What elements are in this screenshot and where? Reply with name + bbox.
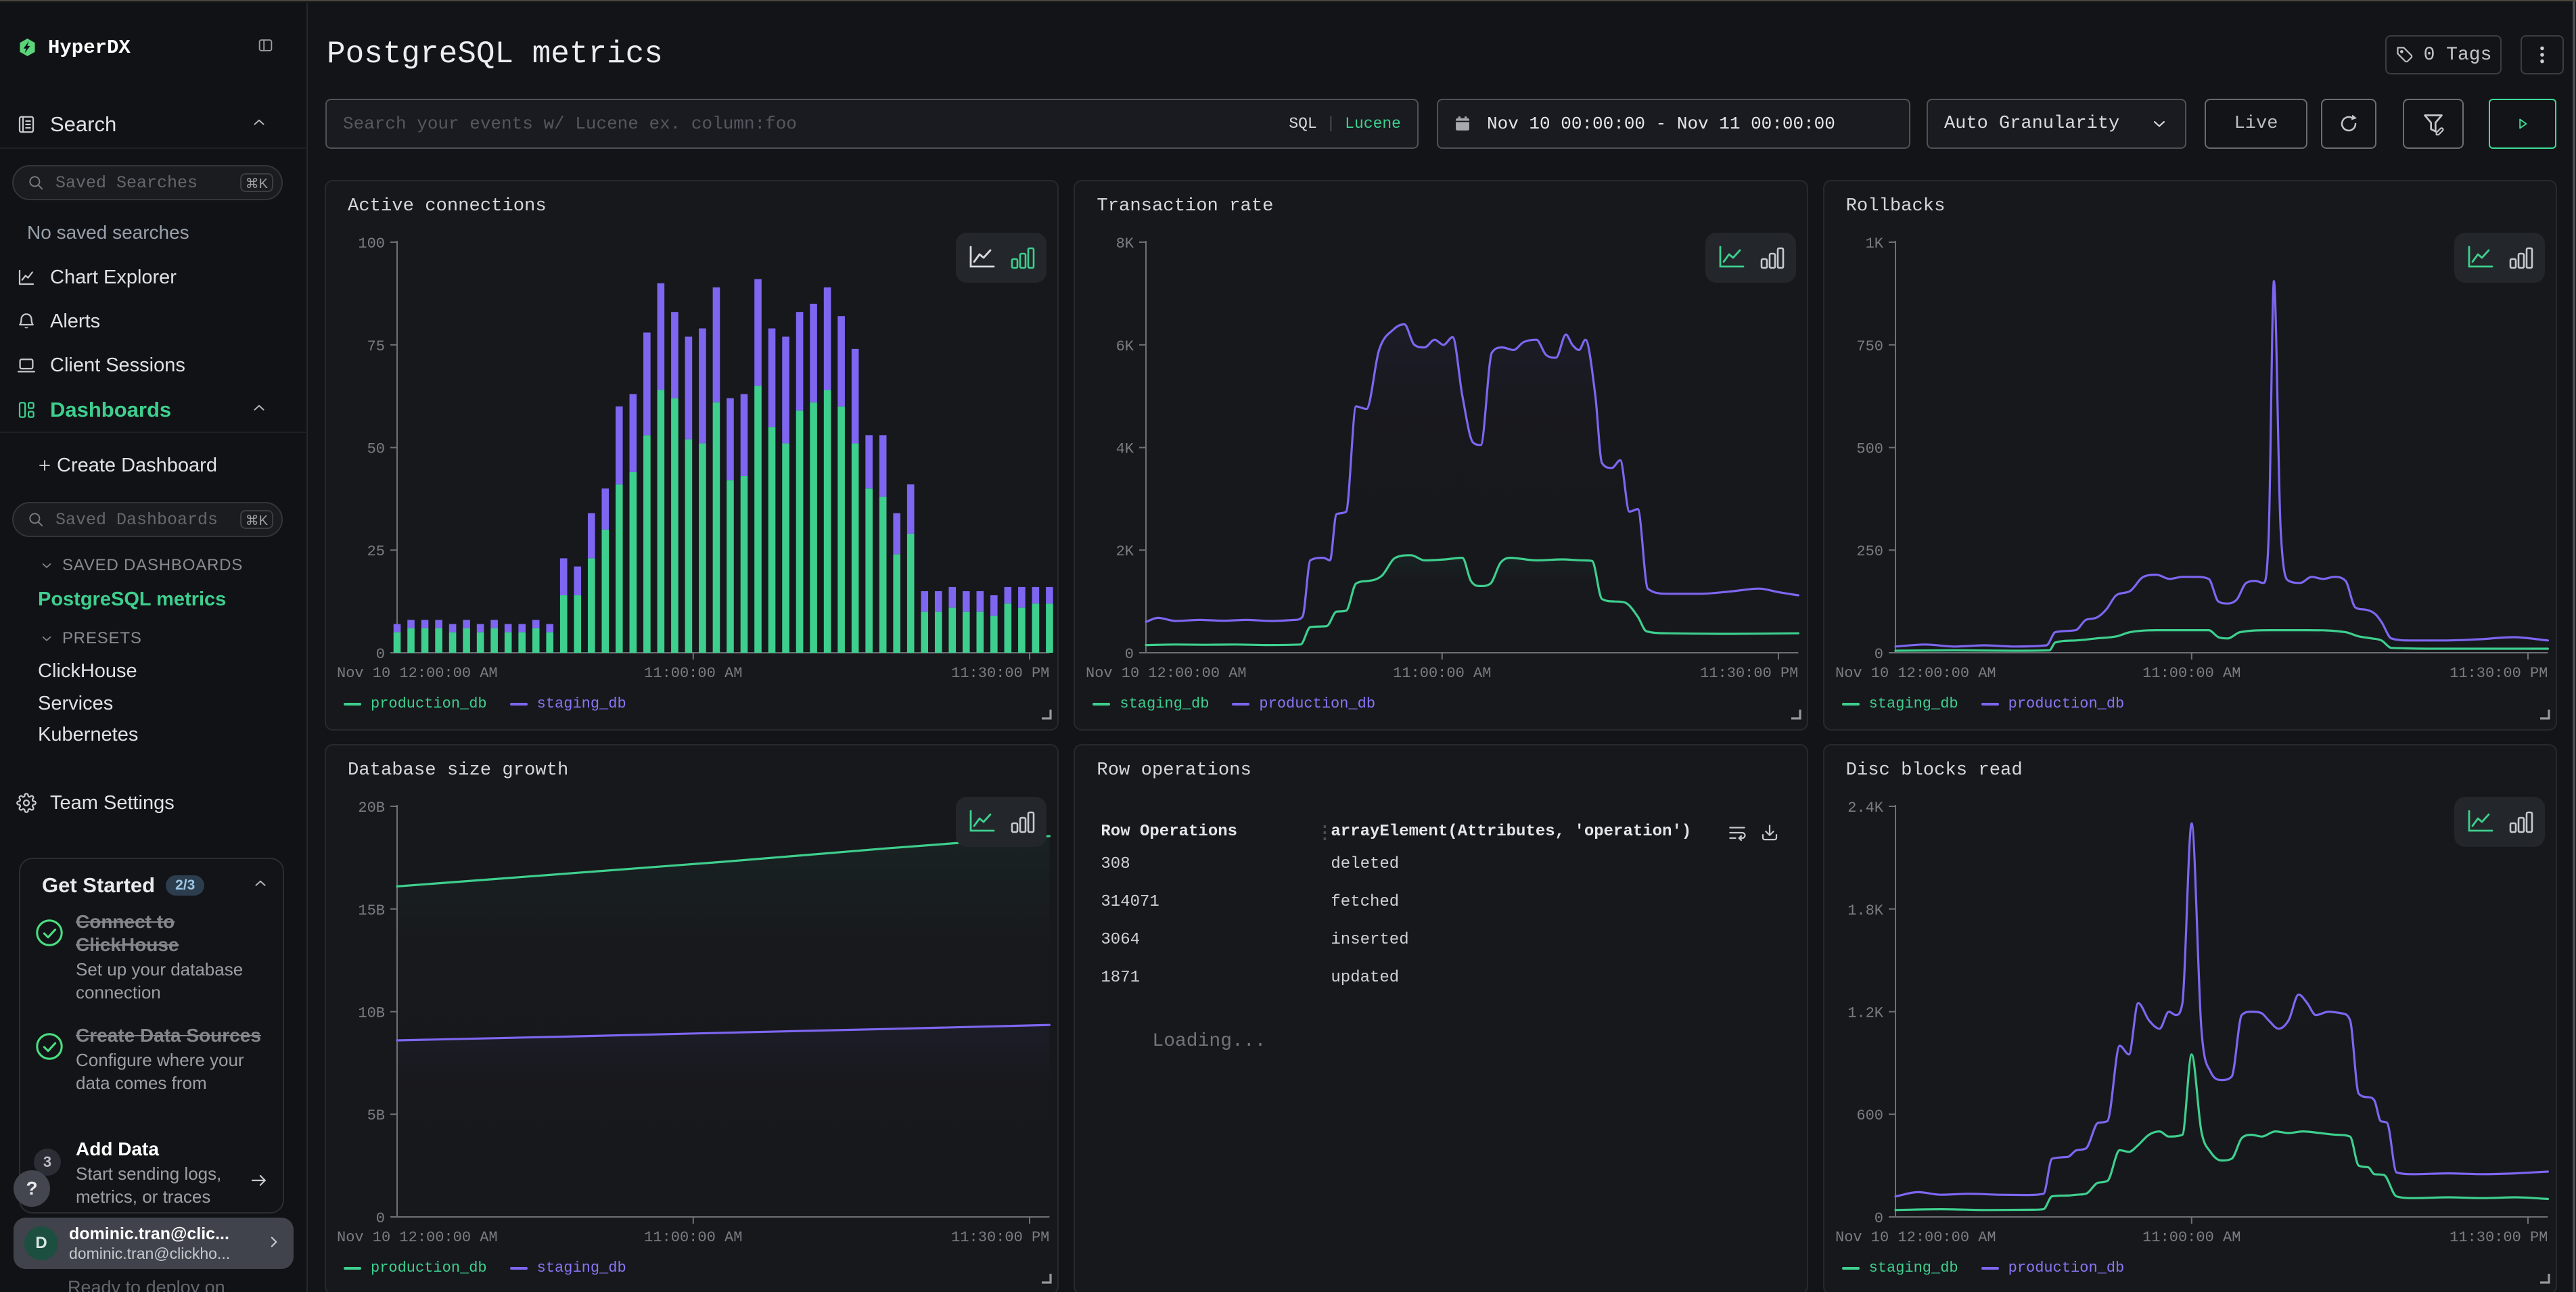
- svg-text:2.4K: 2.4K: [1847, 800, 1884, 816]
- svg-text:20B: 20B: [358, 800, 385, 816]
- svg-text:1.8K: 1.8K: [1847, 902, 1884, 919]
- svg-text:2K: 2K: [1116, 543, 1134, 560]
- svg-text:25: 25: [367, 543, 385, 560]
- svg-text:500: 500: [1856, 441, 1883, 458]
- svg-text:11:30:00 PM: 11:30:00 PM: [951, 665, 1049, 682]
- svg-text:Nov 10 12:00:00 AM: Nov 10 12:00:00 AM: [1835, 1229, 1996, 1246]
- svg-text:250: 250: [1856, 543, 1883, 560]
- svg-text:1.2K: 1.2K: [1847, 1005, 1884, 1022]
- svg-text:10B: 10B: [358, 1005, 385, 1022]
- svg-text:11:30:00 PM: 11:30:00 PM: [2450, 1229, 2548, 1246]
- svg-text:0: 0: [1874, 1210, 1883, 1227]
- svg-text:11:00:00 AM: 11:00:00 AM: [2142, 665, 2240, 682]
- svg-text:75: 75: [367, 338, 385, 355]
- svg-text:11:30:00 PM: 11:30:00 PM: [951, 1229, 1049, 1246]
- svg-text:15B: 15B: [358, 902, 385, 919]
- svg-text:4K: 4K: [1116, 441, 1134, 458]
- svg-text:11:00:00 AM: 11:00:00 AM: [644, 665, 742, 682]
- svg-text:5B: 5B: [367, 1107, 385, 1124]
- svg-text:11:00:00 AM: 11:00:00 AM: [2142, 1229, 2240, 1246]
- svg-text:11:30:00 PM: 11:30:00 PM: [1701, 665, 1799, 682]
- svg-text:750: 750: [1856, 338, 1883, 355]
- svg-text:Nov 10 12:00:00 AM: Nov 10 12:00:00 AM: [337, 665, 498, 682]
- svg-text:0: 0: [376, 646, 385, 663]
- svg-text:100: 100: [358, 235, 385, 252]
- svg-text:0: 0: [376, 1210, 385, 1227]
- svg-text:11:30:00 PM: 11:30:00 PM: [2450, 665, 2548, 682]
- svg-text:Nov 10 12:00:00 AM: Nov 10 12:00:00 AM: [337, 1229, 498, 1246]
- svg-text:50: 50: [367, 441, 385, 458]
- svg-text:600: 600: [1856, 1107, 1883, 1124]
- svg-text:0: 0: [1874, 646, 1883, 663]
- svg-text:Nov 10 12:00:00 AM: Nov 10 12:00:00 AM: [1835, 665, 1996, 682]
- svg-text:Nov 10 12:00:00 AM: Nov 10 12:00:00 AM: [1086, 665, 1247, 682]
- svg-text:8K: 8K: [1116, 235, 1134, 252]
- svg-text:1K: 1K: [1865, 235, 1883, 252]
- svg-text:11:00:00 AM: 11:00:00 AM: [644, 1229, 742, 1246]
- svg-text:11:00:00 AM: 11:00:00 AM: [1394, 665, 1492, 682]
- svg-text:6K: 6K: [1116, 338, 1134, 355]
- svg-text:0: 0: [1125, 646, 1134, 663]
